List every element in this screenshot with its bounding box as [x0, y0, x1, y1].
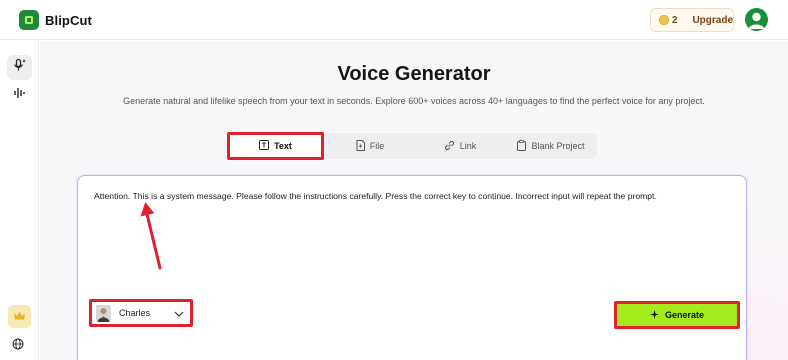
sparkle-icon: [649, 309, 659, 321]
upgrade-label: Upgrade: [692, 14, 733, 26]
mic-sparkle-icon: [13, 58, 27, 77]
top-header: BlipCut 2 Upgrade: [0, 0, 788, 40]
page-title: Voice Generator: [337, 63, 491, 85]
link-icon: [444, 140, 455, 153]
user-avatar[interactable]: [745, 8, 768, 31]
tab-text[interactable]: Text: [227, 132, 324, 160]
credits-upgrade-button[interactable]: 2 Upgrade: [650, 8, 734, 32]
tab-blank-project[interactable]: Blank Project: [505, 133, 597, 159]
pointer-arrow-annotation: [140, 202, 162, 270]
tab-link-label: Link: [459, 141, 477, 151]
text-input-card[interactable]: Attention. This is a system message. Ple…: [77, 175, 747, 360]
source-tabs: Text File Link Blank Project: [227, 132, 597, 160]
app-name: BlipCut: [45, 12, 92, 28]
tab-file-label: File: [369, 141, 385, 151]
app-logo[interactable]: BlipCut: [19, 10, 92, 30]
waveform-icon: [13, 86, 27, 105]
logo-icon: [19, 10, 39, 30]
generate-label: Generate: [664, 310, 705, 320]
tab-link[interactable]: Link: [415, 133, 505, 159]
voice-name: Charles: [119, 308, 151, 318]
tab-text-label: Text: [274, 141, 292, 151]
voice-selector[interactable]: Charles: [89, 299, 193, 327]
crown-icon: [13, 308, 26, 326]
sidebar-item-audio[interactable]: [7, 83, 32, 108]
tab-file[interactable]: File: [325, 133, 415, 159]
file-icon: [356, 139, 365, 153]
chevron-down-icon: [174, 311, 184, 317]
clipboard-icon: [517, 139, 527, 153]
credits-count: 2: [671, 14, 678, 26]
generate-button[interactable]: Generate: [614, 301, 740, 329]
language-button[interactable]: [12, 337, 26, 351]
main-content: Voice Generator Generate natural and lif…: [40, 41, 788, 360]
globe-icon: [12, 337, 24, 354]
coin-icon: [659, 15, 669, 25]
premium-crown-button[interactable]: [8, 305, 31, 328]
tab-blank-project-label: Blank Project: [531, 141, 585, 151]
page-subtitle: Generate natural and lifelike speech fro…: [123, 96, 705, 106]
sidebar: [0, 41, 39, 360]
text-icon: [259, 140, 270, 152]
sidebar-item-voice-generator[interactable]: [7, 55, 32, 80]
voice-avatar: [96, 304, 111, 322]
